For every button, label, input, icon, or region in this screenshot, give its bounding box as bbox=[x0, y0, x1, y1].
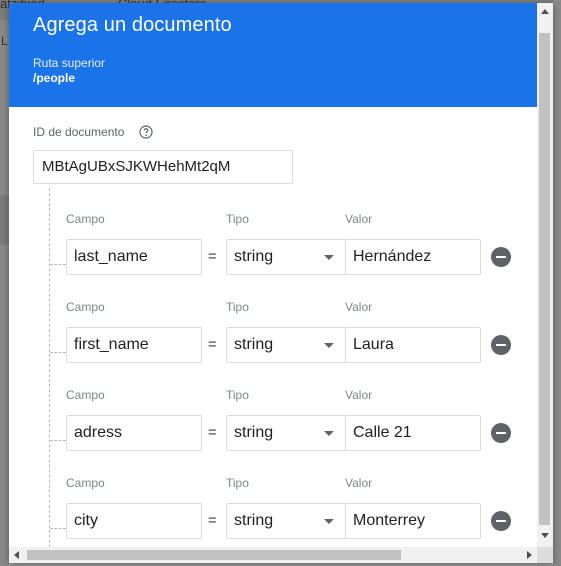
equals-sign: = bbox=[208, 424, 217, 441]
field-name-label: Campo bbox=[66, 476, 105, 490]
field-type-select[interactable]: string bbox=[226, 327, 346, 363]
field-value-input[interactable]: Monterrey bbox=[345, 503, 481, 539]
field-row: Campo Tipo Valor last_name = string Hern… bbox=[9, 212, 537, 300]
vertical-scroll-thumb[interactable] bbox=[539, 33, 550, 525]
field-value-input[interactable]: Laura bbox=[345, 327, 481, 363]
scroll-down-icon[interactable] bbox=[541, 533, 549, 538]
background-letter: L bbox=[1, 34, 8, 48]
field-type-label: Tipo bbox=[226, 388, 249, 402]
field-type-label: Tipo bbox=[226, 476, 249, 490]
field-value-label: Valor bbox=[345, 300, 373, 314]
field-value-input[interactable]: Hernández bbox=[345, 239, 481, 275]
vertical-scrollbar[interactable] bbox=[537, 3, 553, 547]
field-type-select[interactable]: string bbox=[226, 503, 346, 539]
field-name-label: Campo bbox=[66, 300, 105, 314]
dialog-header: Agrega un documento Ruta superior /peopl… bbox=[9, 3, 537, 107]
dropdown-arrow-icon bbox=[324, 255, 334, 260]
parent-path: /people bbox=[33, 71, 76, 85]
document-id-input[interactable]: MBtAgUBxSJKWHehMt2qM bbox=[33, 150, 293, 184]
field-name-input[interactable]: adress bbox=[66, 415, 202, 451]
field-row: Campo Tipo Valor adress = string Calle 2… bbox=[9, 388, 537, 476]
field-type-value: string bbox=[234, 424, 274, 441]
field-name-label: Campo bbox=[66, 388, 105, 402]
equals-sign: = bbox=[208, 248, 217, 265]
background-left-strip: L bbox=[0, 20, 9, 566]
field-name-input[interactable]: first_name bbox=[66, 327, 202, 363]
add-document-dialog: Agrega un documento Ruta superior /peopl… bbox=[9, 3, 553, 563]
field-type-value: string bbox=[234, 336, 274, 353]
remove-field-icon[interactable] bbox=[491, 511, 511, 531]
field-row: Campo Tipo Valor first_name = string Lau… bbox=[9, 300, 537, 388]
equals-sign: = bbox=[208, 512, 217, 529]
field-type-select[interactable]: string bbox=[226, 239, 346, 275]
dropdown-arrow-icon bbox=[324, 431, 334, 436]
remove-field-icon[interactable] bbox=[491, 423, 511, 443]
remove-field-icon[interactable] bbox=[491, 335, 511, 355]
field-type-label: Tipo bbox=[226, 300, 249, 314]
scroll-left-icon[interactable] bbox=[14, 551, 19, 559]
dropdown-arrow-icon bbox=[324, 519, 334, 524]
document-id-label: ID de documento bbox=[33, 125, 125, 139]
dropdown-arrow-icon bbox=[324, 343, 334, 348]
equals-sign: = bbox=[208, 336, 217, 353]
field-value-label: Valor bbox=[345, 476, 373, 490]
scrollbar-corner bbox=[537, 547, 553, 563]
scroll-up-icon[interactable] bbox=[541, 9, 549, 14]
horizontal-scrollbar[interactable] bbox=[9, 547, 537, 563]
field-type-select[interactable]: string bbox=[226, 415, 346, 451]
field-name-label: Campo bbox=[66, 212, 105, 226]
help-circle-icon[interactable] bbox=[139, 125, 153, 139]
field-name-input[interactable]: city bbox=[66, 503, 202, 539]
dialog-title: Agrega un documento bbox=[33, 14, 232, 36]
field-value-label: Valor bbox=[345, 212, 373, 226]
remove-field-icon[interactable] bbox=[491, 247, 511, 267]
horizontal-scroll-thumb[interactable] bbox=[27, 550, 401, 560]
field-name-input[interactable]: last_name bbox=[66, 239, 202, 275]
scroll-right-icon[interactable] bbox=[527, 551, 532, 559]
field-type-value: string bbox=[234, 248, 274, 265]
parent-path-label: Ruta superior bbox=[33, 56, 106, 70]
field-type-value: string bbox=[234, 512, 274, 529]
field-value-input[interactable]: Calle 21 bbox=[345, 415, 481, 451]
field-type-label: Tipo bbox=[226, 212, 249, 226]
background-right-strip bbox=[553, 0, 561, 566]
field-value-label: Valor bbox=[345, 388, 373, 402]
